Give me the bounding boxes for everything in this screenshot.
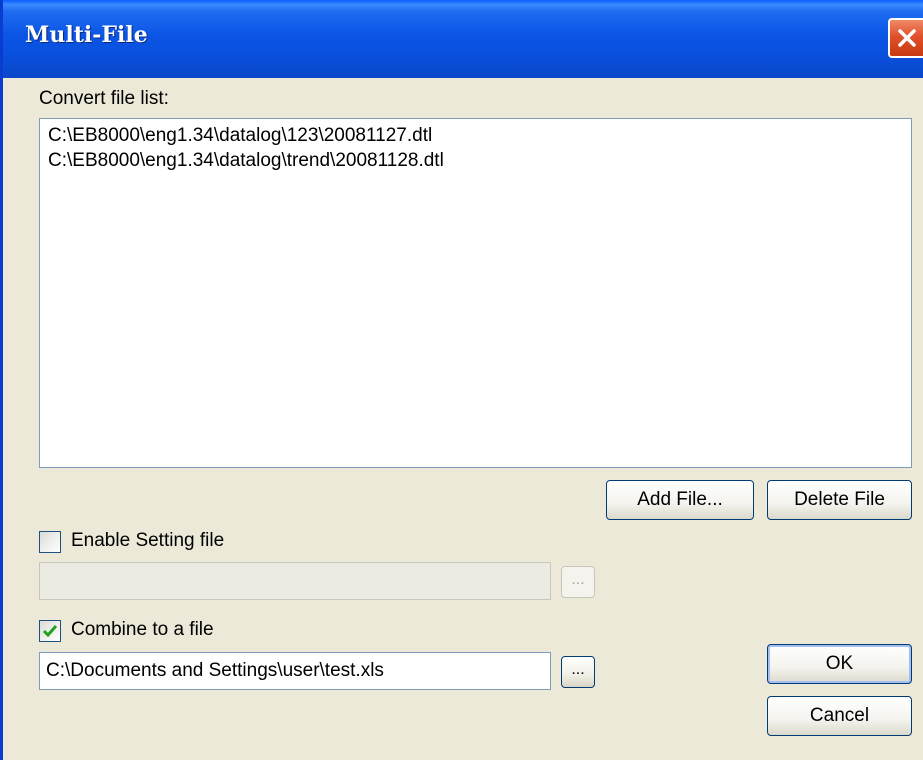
list-item[interactable]: C:\EB8000\eng1.34\datalog\trend\20081128…	[48, 148, 903, 173]
close-button[interactable]	[888, 18, 923, 58]
ok-button[interactable]: OK	[767, 644, 912, 684]
combine-file-browse-button[interactable]: ...	[561, 656, 595, 688]
setting-file-path-field	[39, 562, 551, 600]
enable-setting-file-label: Enable Setting file	[71, 530, 225, 551]
delete-file-button[interactable]: Delete File	[767, 480, 912, 520]
convert-file-listbox[interactable]: C:\EB8000\eng1.34\datalog\123\20081127.d…	[39, 118, 912, 468]
setting-file-browse-button: ...	[561, 566, 595, 598]
title-bar[interactable]: Multi-File	[3, 0, 923, 78]
list-item[interactable]: C:\EB8000\eng1.34\datalog\123\20081127.d…	[48, 123, 903, 148]
add-file-button[interactable]: Add File...	[606, 480, 754, 520]
combine-file-path-field[interactable]: C:\Documents and Settings\user\test.xls	[39, 652, 551, 690]
multi-file-dialog: Multi-File Convert file list: C:\EB8000\…	[0, 0, 923, 760]
combine-to-file-checkbox[interactable]	[39, 620, 61, 642]
combine-to-file-label: Combine to a file	[71, 619, 214, 640]
window-title: Multi-File	[25, 22, 148, 48]
cancel-button[interactable]: Cancel	[767, 696, 912, 736]
convert-file-list-label: Convert file list:	[39, 88, 169, 109]
enable-setting-file-checkbox[interactable]	[39, 531, 61, 553]
